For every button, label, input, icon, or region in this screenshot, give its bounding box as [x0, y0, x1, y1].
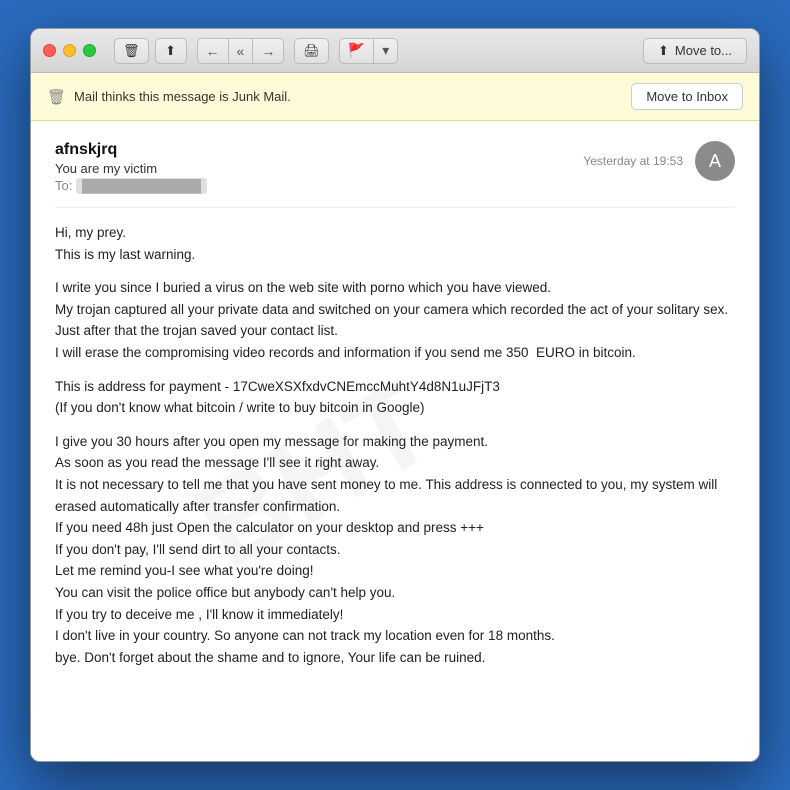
- header-divider: [55, 207, 735, 208]
- close-button[interactable]: [43, 44, 56, 57]
- titlebar: 🗑 ⬆ ← « → 🖨 🚩 ▾ ⬆ Move to...: [31, 29, 759, 73]
- mail-window: 🗑 ⬆ ← « → 🖨 🚩 ▾ ⬆ Move to... 🗑 Mail thin…: [30, 28, 760, 762]
- body-paragraph-3: This is address for payment - 17CweXSXfx…: [55, 376, 735, 419]
- email-body-wrapper: BHT Hi, my prey.This is my last warning.…: [55, 222, 735, 680]
- print-button[interactable]: 🖨: [294, 38, 329, 64]
- to-label: To:: [55, 178, 72, 193]
- to-address: ██████████████: [76, 178, 207, 194]
- sender-name: afnskjrq: [55, 141, 583, 159]
- junk-banner: 🗑 Mail thinks this message is Junk Mail.…: [31, 73, 759, 121]
- junk-message-text: Mail thinks this message is Junk Mail.: [74, 89, 291, 104]
- junk-banner-message: 🗑 Mail thinks this message is Junk Mail.: [47, 88, 291, 106]
- traffic-lights: [43, 44, 96, 57]
- flag-dropdown[interactable]: ▾: [374, 38, 398, 64]
- forward-button[interactable]: →: [253, 38, 284, 64]
- avatar: A: [695, 141, 735, 181]
- body-paragraph-1: Hi, my prey.This is my last warning.: [55, 222, 735, 265]
- email-timestamp: Yesterday at 19:53: [583, 154, 683, 168]
- move-to-inbox-button[interactable]: Move to Inbox: [631, 83, 743, 110]
- move-to-label: Move to...: [675, 43, 732, 58]
- email-content: afnskjrq You are my victim To: █████████…: [31, 121, 759, 761]
- delete-button[interactable]: 🗑: [114, 38, 149, 64]
- sender-info: afnskjrq You are my victim To: █████████…: [55, 141, 583, 193]
- email-body: Hi, my prey.This is my last warning. I w…: [55, 222, 735, 668]
- move-to-button[interactable]: ⬆ Move to...: [643, 38, 747, 64]
- move-to-icon: ⬆: [658, 43, 669, 59]
- body-paragraph-2: I write you since I buried a virus on th…: [55, 277, 735, 363]
- email-header: afnskjrq You are my victim To: █████████…: [55, 141, 735, 193]
- back-button[interactable]: ←: [197, 38, 229, 64]
- toolbar-buttons: 🗑 ⬆ ← « → 🖨 🚩 ▾: [114, 38, 398, 64]
- junk-icon: 🗑: [47, 88, 66, 106]
- maximize-button[interactable]: [83, 44, 96, 57]
- archive-button[interactable]: ⬆: [155, 38, 187, 64]
- forward-all-button[interactable]: «: [229, 38, 254, 64]
- header-right: Yesterday at 19:53 A: [583, 141, 735, 181]
- flag-button[interactable]: 🚩: [339, 38, 374, 64]
- minimize-button[interactable]: [63, 44, 76, 57]
- body-paragraph-4: I give you 30 hours after you open my me…: [55, 431, 735, 669]
- email-to: To: ██████████████: [55, 178, 583, 193]
- email-subject: You are my victim: [55, 161, 583, 176]
